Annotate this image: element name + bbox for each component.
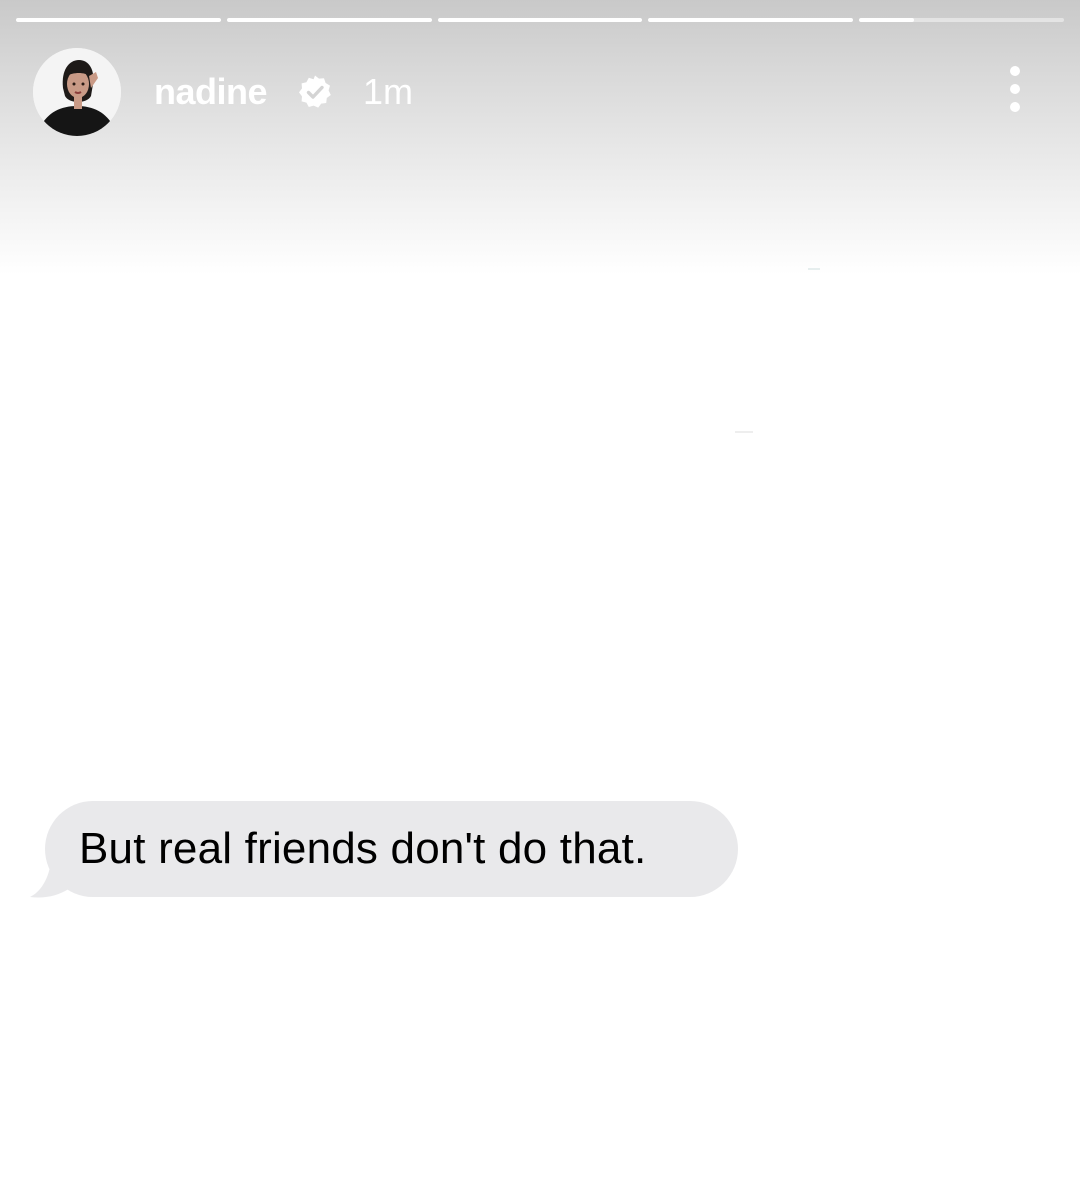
progress-segment-5 (859, 18, 1064, 22)
progress-segment-3 (437, 18, 643, 22)
progress-segment-fill (859, 18, 915, 22)
progress-segment-1 (16, 18, 221, 22)
progress-segment-fill (437, 18, 643, 22)
story-viewer[interactable]: nadine 1m But real friends don't do that… (0, 0, 1080, 1184)
image-artifact (808, 268, 820, 270)
more-options-icon[interactable] (1004, 66, 1026, 112)
progress-segment-fill (226, 18, 432, 22)
progress-segment-fill (648, 18, 854, 22)
avatar-image (33, 48, 121, 136)
message-bubble: But real friends don't do that. (28, 800, 740, 900)
story-timestamp: 1m (363, 71, 414, 112)
progress-segment-fill (16, 18, 221, 22)
more-dot (1010, 84, 1020, 94)
story-header: nadine 1m (33, 48, 413, 136)
more-dot (1010, 66, 1020, 76)
username[interactable]: nadine (154, 71, 268, 113)
progress-segment-2 (226, 18, 432, 22)
avatar[interactable] (33, 48, 121, 136)
progress-segment-4 (648, 18, 854, 22)
top-gradient-overlay (0, 0, 1080, 275)
story-progress-bar (16, 18, 1064, 22)
verified-badge-icon (299, 75, 331, 108)
image-artifact (735, 431, 753, 433)
message-text: But real friends don't do that. (45, 801, 738, 897)
more-dot (1010, 102, 1020, 112)
